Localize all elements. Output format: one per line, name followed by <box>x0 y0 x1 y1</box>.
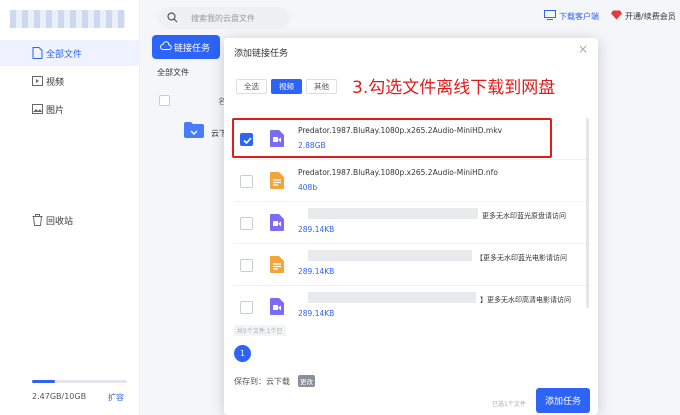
sidebar-item-video[interactable]: 视频 <box>0 68 140 94</box>
file-name: Predator.1987.BluRay.1080p.x265.2Audio-M… <box>298 168 498 177</box>
sidebar-item-label: 回收站 <box>46 216 74 227</box>
logo <box>10 10 125 28</box>
row-checkbox[interactable] <box>240 301 253 314</box>
sidebar-item-trash[interactable]: 回收站 <box>0 207 140 233</box>
close-icon[interactable]: × <box>578 42 588 56</box>
storage-text: 2.47GB/10GB <box>32 392 87 401</box>
list-item[interactable]: 【更多无水印蓝光电影请访问 289.14KB <box>234 244 590 286</box>
sidebar-item-all-files[interactable]: 全部文件 <box>0 40 140 66</box>
sidebar: 全部文件 视频 图片 回收站 2.47GB/10GB 扩容 <box>0 0 140 415</box>
file-name-suffix: 【更多无水印蓝光电影请访问 <box>476 254 567 262</box>
folder-icon <box>184 122 204 141</box>
file-size: 289.14KB <box>298 225 335 234</box>
file-name-suffix: 更多无水印蓝光原盘请访问 <box>482 212 566 220</box>
save-location: 保存到：云下载 <box>234 377 290 386</box>
list-item[interactable]: 】更多无水印高清电影请访问 289.14KB <box>234 286 590 323</box>
sidebar-item-images[interactable]: 图片 <box>0 96 140 122</box>
vip-label: 开通/续费会员 <box>625 11 676 21</box>
trash-icon <box>32 214 43 226</box>
expand-storage-link[interactable]: 扩容 <box>108 392 124 403</box>
diamond-icon <box>611 10 622 22</box>
document-file-icon <box>270 172 284 192</box>
search-placeholder: 搜索我的云盘文件 <box>191 14 255 23</box>
row-checkbox[interactable] <box>240 175 253 188</box>
annotation-text: 3.勾选文件离线下载到网盘 <box>352 78 556 98</box>
pagination-page[interactable]: 1 <box>234 345 251 362</box>
list-item[interactable]: 更多无水印蓝光原盘请访问 289.14KB <box>234 202 590 244</box>
search-icon <box>167 12 178 26</box>
file-name-suffix: 】更多无水印高清电影请访问 <box>480 296 571 304</box>
storage-usage: 2.47GB/10GB 扩容 <box>32 380 127 402</box>
tab-video[interactable]: 视频 <box>271 79 302 94</box>
link-task-label: 链接任务 <box>174 43 211 54</box>
search-input[interactable]: 搜索我的云盘文件 <box>158 7 290 29</box>
video-icon <box>32 75 43 87</box>
tab-other[interactable]: 其他 <box>306 79 337 94</box>
video-file-icon <box>270 214 284 234</box>
sidebar-item-label: 图片 <box>46 105 65 116</box>
dialog-title: 添加链接任务 <box>234 49 289 59</box>
file-icon <box>32 47 43 59</box>
filter-tabs: 全选 视频 其他 <box>236 79 337 94</box>
add-link-task-dialog: 添加链接任务 × 全选 视频 其他 3.勾选文件离线下载到网盘 Predator… <box>224 38 598 415</box>
monitor-icon <box>544 10 556 22</box>
storage-bar <box>32 380 127 383</box>
file-count-note: 共5个文件,1个已 <box>234 325 286 336</box>
blurred-filename <box>308 208 478 219</box>
sidebar-item-label: 全部文件 <box>46 49 83 60</box>
add-task-button[interactable]: 添加任务 <box>536 388 590 413</box>
download-client-label: 下载客户端 <box>559 11 599 21</box>
tab-select-all[interactable]: 全选 <box>236 79 267 94</box>
image-icon <box>32 103 43 115</box>
sidebar-item-label: 视频 <box>46 77 65 88</box>
annotation-highlight-box <box>232 118 552 158</box>
file-size: 408b <box>298 183 318 192</box>
scrollbar[interactable] <box>586 118 589 308</box>
selected-summary: 已选1个文件 <box>492 401 526 408</box>
select-all-checkbox[interactable] <box>159 95 170 106</box>
list-item[interactable]: Predator.1987.BluRay.1080p.x265.2Audio-M… <box>234 160 590 202</box>
file-size: 289.14KB <box>298 309 335 318</box>
video-file-icon <box>270 298 284 318</box>
link-task-button[interactable]: 链接任务 <box>152 35 220 59</box>
breadcrumb: 全部文件 <box>157 68 189 77</box>
row-checkbox[interactable] <box>240 217 253 230</box>
storage-fill <box>32 380 56 383</box>
change-location-button[interactable]: 更改 <box>298 375 315 387</box>
blurred-filename <box>308 292 476 303</box>
cloud-icon <box>160 41 172 55</box>
blurred-filename <box>308 250 472 261</box>
vip-link[interactable]: 开通/续费会员 <box>611 10 676 22</box>
file-size: 289.14KB <box>298 267 335 276</box>
download-client-link[interactable]: 下载客户端 <box>544 10 599 22</box>
document-file-icon <box>270 256 284 276</box>
row-checkbox[interactable] <box>240 259 253 272</box>
